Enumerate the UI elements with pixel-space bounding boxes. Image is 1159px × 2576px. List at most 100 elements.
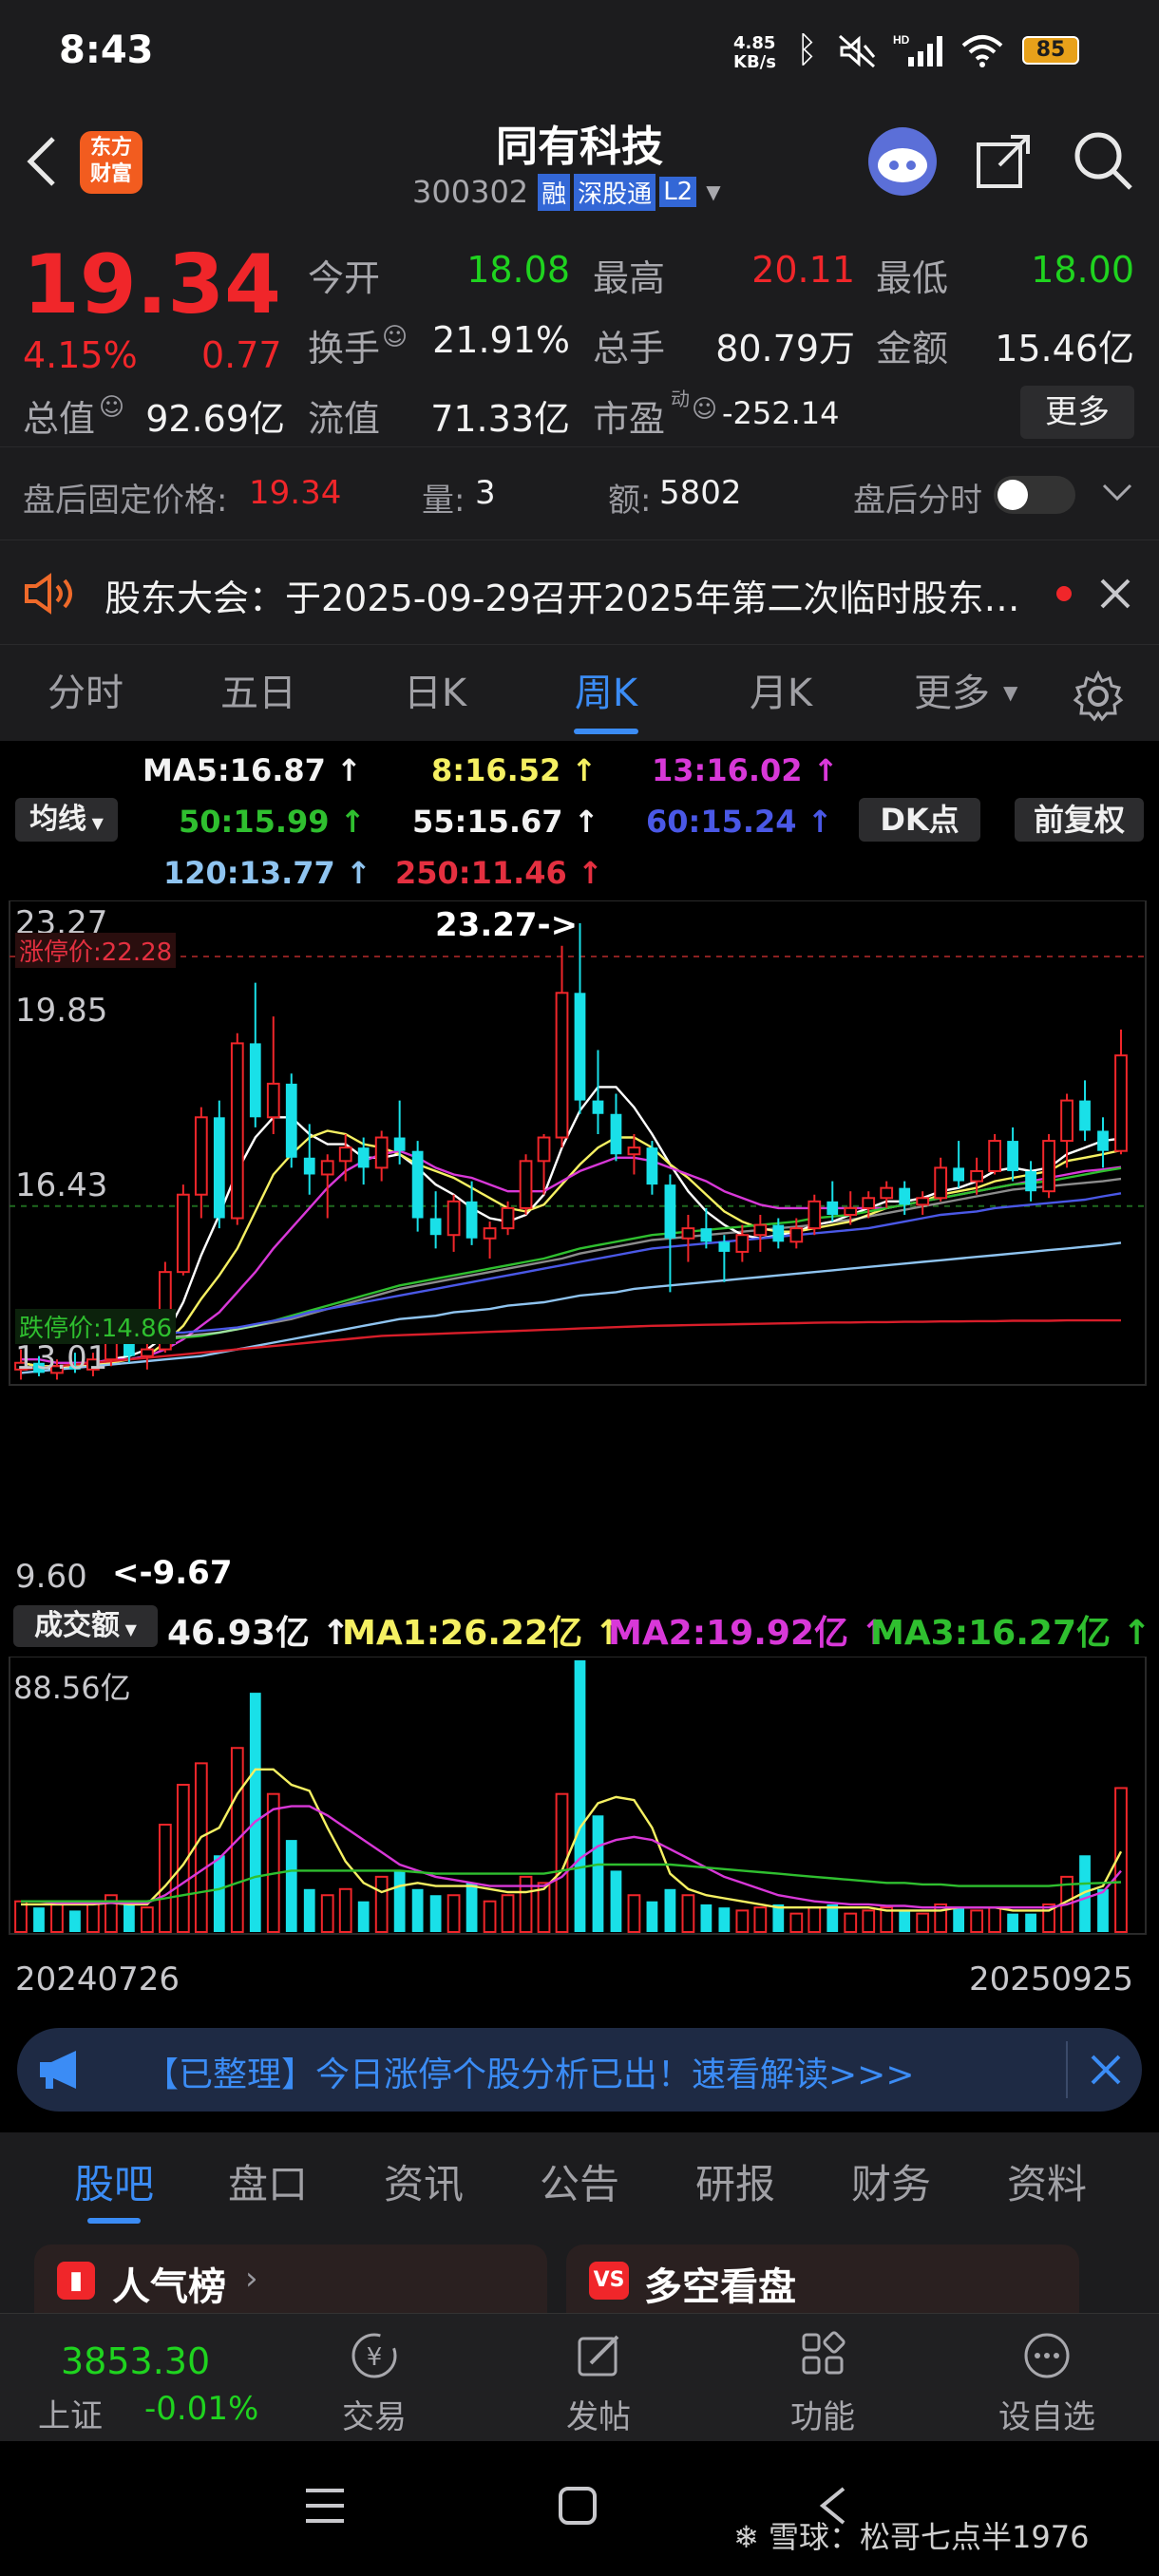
tab-research[interactable]: 研报 [678, 2132, 792, 2237]
tab-news[interactable]: 资讯 [367, 2132, 481, 2237]
candle-body [501, 1206, 515, 1230]
pe-label: 市盈 [593, 398, 666, 440]
candle-body [664, 1184, 676, 1239]
menu-icon[interactable] [302, 2485, 348, 2527]
max-price-marker: 23.27-> [435, 906, 579, 944]
tab-five-day[interactable]: 五日 [201, 645, 315, 742]
candle-body [899, 1187, 911, 1205]
candle-body [681, 1227, 695, 1240]
watermark: ❄ 雪球：松哥七点半1976 [733, 2519, 1090, 2555]
candle-body [808, 1200, 822, 1230]
bull-bear-label: 多空看盘 [644, 2265, 796, 2309]
svg-text:HD: HD [893, 33, 910, 47]
functions-label: 功能 [790, 2398, 855, 2436]
volume-bar [844, 1912, 858, 1933]
change-amount: 0.77 [201, 334, 282, 376]
indicator-select-button[interactable]: 均线 ▼ [15, 798, 118, 842]
volume-bar [808, 1906, 822, 1933]
more-dots-icon [1024, 2333, 1070, 2378]
post-button[interactable]: 发帖 [542, 2329, 656, 2437]
candle-body [338, 1146, 352, 1163]
bull-bear-card[interactable]: VS 多空看盘 [566, 2245, 1079, 2320]
price-axis-3: 16.43 [15, 1166, 108, 1204]
dk-point-button[interactable]: DK点 [859, 798, 980, 842]
volume-value: 46.93亿 ↑ [167, 1614, 351, 1653]
candle-body [934, 1166, 948, 1200]
notice-text[interactable]: 股东大会：于2025-09-29召开2025年第二次临时股东… [104, 569, 1020, 621]
snowball-logo-icon: ❄ [733, 2519, 769, 2555]
candle-body [789, 1227, 804, 1243]
volume-bar [627, 1894, 641, 1933]
post-label: 发帖 [566, 2398, 631, 2436]
candle-body [953, 1167, 965, 1182]
trade-button[interactable]: ¥ 交易 [317, 2329, 431, 2437]
functions-button[interactable]: 功能 [766, 2329, 880, 2437]
candle-body [176, 1193, 190, 1274]
signal-icon: HD [893, 33, 942, 66]
volume-bar [916, 1912, 930, 1933]
robot-assistant-icon[interactable] [864, 123, 940, 199]
dropdown-icon[interactable]: ▼ [706, 180, 720, 203]
notice-bar[interactable]: 股东大会：于2025-09-29召开2025年第二次临时股东… [0, 540, 1159, 644]
index-value[interactable]: 3853.30 [61, 2340, 210, 2382]
volume-bar [899, 1910, 911, 1932]
after-hours-toggle[interactable] [994, 476, 1075, 514]
volume-bar [50, 1903, 64, 1934]
ma250-legend: 250:11.46 ↑ [395, 855, 603, 891]
last-price: 19.34 [23, 237, 282, 332]
tab-orderbook[interactable]: 盘口 [211, 2132, 325, 2237]
volume-bar [501, 1894, 515, 1933]
info-icon[interactable]: ☺ [692, 395, 717, 424]
candle-body [249, 1043, 261, 1118]
trade-label: 交易 [342, 2398, 407, 2436]
tab-more[interactable]: 更多 [895, 645, 1009, 742]
net-speed: 4.85 KB/s [733, 33, 776, 72]
search-icon[interactable] [1072, 129, 1134, 192]
after-hours-price: 19.34 [249, 474, 342, 512]
tab-weekly-k[interactable]: 周K [549, 645, 663, 742]
popularity-card[interactable]: ▮ 人气榜 › [34, 2245, 547, 2320]
candle-body [374, 1136, 389, 1169]
tab-daily-k[interactable]: 日K [378, 645, 492, 742]
after-hours-amt-label: 额: [608, 482, 652, 520]
info-icon[interactable]: ☺ [99, 393, 124, 422]
vs-icon: VS [589, 2262, 629, 2300]
volume-bar [610, 1870, 622, 1932]
home-icon[interactable] [555, 2483, 600, 2529]
tab-intraday[interactable]: 分时 [28, 645, 142, 742]
candle-body [735, 1234, 750, 1253]
index-name[interactable]: 上证 [38, 2390, 103, 2436]
index-percent[interactable]: -0.01% [144, 2390, 258, 2428]
volume-bar [446, 1894, 461, 1933]
unread-dot [1056, 586, 1072, 601]
adjust-mode-button[interactable]: 前复权 [1015, 798, 1144, 842]
tab-announcements[interactable]: 公告 [522, 2132, 636, 2237]
ma120-legend: 120:13.77 ↑ [163, 855, 371, 891]
candle-body [285, 1083, 297, 1158]
share-icon[interactable] [973, 131, 1034, 192]
more-button[interactable]: 更多 [1020, 386, 1134, 439]
volume-bar [862, 1909, 876, 1934]
tab-profile[interactable]: 资料 [990, 2132, 1104, 2237]
kline-chart-area[interactable]: MA5:16.87 ↑ 8:16.52 ↑ 13:16.02 ↑ 均线 ▼ 50… [0, 741, 1159, 2004]
close-icon[interactable] [1089, 2053, 1123, 2087]
candle-body [230, 1042, 244, 1220]
volume-ma-line-ma3 [21, 1863, 1122, 1903]
tab-financials[interactable]: 财务 [834, 2132, 948, 2237]
stock-code-row: 300302 融 深股通 L2 ▼ [412, 173, 721, 211]
after-hours-amt: 5802 [659, 474, 742, 512]
banner-text[interactable]: 【已整理】今日涨停个股分析已出！速看解读>>> [144, 2047, 915, 2096]
open-value: 18.08 [466, 249, 570, 291]
chevron-down-icon[interactable] [1100, 482, 1134, 504]
promo-banner[interactable]: 【已整理】今日涨停个股分析已出！速看解读>>> [17, 2028, 1142, 2112]
volume-chart[interactable] [0, 1657, 1159, 1941]
tab-monthly-k[interactable]: 月K [724, 645, 838, 742]
volume-bar [1025, 1913, 1036, 1932]
settings-gear-icon[interactable] [1072, 670, 1125, 723]
volume-ma3: MA3:16.27亿 ↑ [870, 1614, 1151, 1653]
add-watchlist-button[interactable]: 设自选 [990, 2329, 1104, 2437]
close-icon[interactable] [1098, 577, 1132, 611]
volume-indicator-button[interactable]: 成交额 ▼ [13, 1605, 158, 1647]
volume-bar [194, 1762, 208, 1933]
limit-down-label: 跌停价:14.86 [15, 1309, 177, 1344]
